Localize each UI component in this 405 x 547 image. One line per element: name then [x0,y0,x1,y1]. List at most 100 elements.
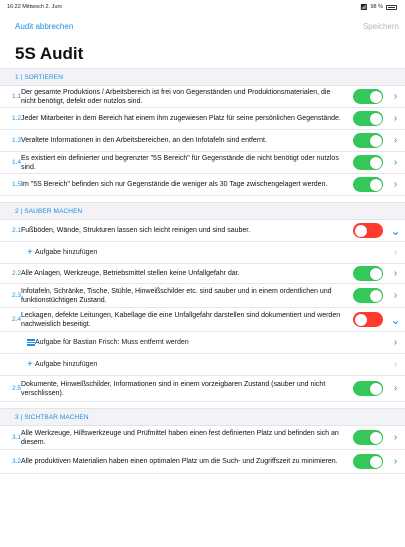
chevron-right-icon[interactable]: › [386,290,405,301]
pass-fail-toggle[interactable] [353,312,383,327]
toggle-knob [369,289,382,302]
wifi-icon: 📶︎ [359,4,368,11]
chevron-right-icon[interactable]: › [386,432,405,443]
checklist-item[interactable]: 1.3 Veraltete Informationen in den Arbeit… [0,130,405,152]
pass-fail-toggle[interactable] [353,454,383,469]
item-text: Fußböden, Wände, Strukturen lassen sich … [21,227,251,234]
add-task-row[interactable]: + Aufgabe hinzufügen › [0,242,405,264]
item-number: 3.2 [12,458,22,465]
toggle-container [350,312,386,327]
item-text: Dokumente, Hinweißschilder, Informatione… [21,380,326,397]
checklist-item[interactable]: 3.2 Alle produktiven Materialien haben ei… [0,450,405,474]
chevron-right-icon[interactable]: › [386,157,405,168]
page-title: 5S Audit [15,44,84,63]
battery-icon [386,4,397,10]
chevron-right-icon[interactable]: › [386,456,405,467]
pass-fail-toggle[interactable] [353,223,383,238]
toggle-container [350,266,386,281]
pass-fail-toggle[interactable] [353,430,383,445]
section-header: 3 | SICHTBAR MACHEN [0,408,405,426]
pass-fail-toggle[interactable] [353,133,383,148]
chevron-right-icon: › [393,247,398,258]
audit-list: 1 | SORTIEREN 1.1 Der gesamte Produktions … [0,68,405,474]
pass-fail-toggle[interactable] [353,89,383,104]
toggle-knob [369,267,382,280]
checklist-item[interactable]: 1.4 Es existiert ein definierter und begr… [0,152,405,174]
toggle-container [350,288,386,303]
toggle-container [350,430,386,445]
toggle-knob [354,224,367,237]
item-number: 3.1 [12,434,22,441]
checklist-item[interactable]: 2.3 Infotafeln, Schränke, Tische, Stühle,… [0,284,405,308]
checklist-item[interactable]: 2.5 Dokumente, Hinweißschilder, Informati… [0,376,405,402]
plus-icon: + [27,247,33,258]
chevron-right-icon[interactable]: › [386,91,405,102]
item-number: 1.1 [12,93,22,100]
chevron-right-icon[interactable]: › [386,383,405,394]
checklist-item[interactable]: 1.5 Im "5S Bereich" befinden sich nur Geg… [0,174,405,196]
item-number: 1.5 [12,181,22,188]
chevron-down-icon[interactable]: ⌄ [386,225,405,237]
item-number: 2.2 [12,270,22,277]
item-number: 2.4 [12,316,22,323]
chevron-down-icon[interactable]: ⌄ [386,314,405,326]
task-row[interactable]: Aufgabe für Bastian Frisch: Muss entfern… [0,332,405,354]
item-text: Veraltete Informationen in den Arbeitsbe… [21,137,267,144]
section-header: 1 | SORTIEREN [0,68,405,86]
pass-fail-toggle[interactable] [353,111,383,126]
toggle-knob [354,313,367,326]
checklist-item[interactable]: 1.1 Der gesamte Produktions / Arbeitsbere… [0,86,405,108]
nav-bar: Audit abbrechen Speichern [0,14,405,38]
chevron-right-icon[interactable]: › [386,113,405,124]
toggle-container [350,381,386,396]
item-text: Es existiert ein definierter und begrenz… [21,154,339,171]
pass-fail-toggle[interactable] [353,381,383,396]
checklist-item[interactable]: 2.2 Alle Anlagen, Werkzeuge, Betriebsmitt… [0,264,405,284]
chevron-right-icon: › [393,359,398,370]
item-text: Alle Anlagen, Werkzeuge, Betriebsmittel … [21,270,240,277]
battery-percent: 98 % [370,4,383,10]
item-text: Infotafeln, Schränke, Tische, Stühle, Hi… [21,287,332,304]
section-header: 2 | SAUBER MACHEN [0,202,405,220]
item-text: Alle produktiven Materialien haben einen… [21,458,338,465]
task-label: Aufgabe für Bastian Frisch: Muss entfern… [35,339,189,346]
pass-fail-toggle[interactable] [353,177,383,192]
toggle-knob [369,178,382,191]
checklist-item[interactable]: 3.1 Alle Werkzeuge, Hilfswerkzeuge und Pr… [0,426,405,450]
item-text: Jeder Mitarbeiter in dem Bereich hat ein… [21,115,341,122]
checklist-item[interactable]: 1.2 Jeder Mitarbeiter in dem Bereich hat … [0,108,405,130]
item-text: Alle Werkzeuge, Hilfswerkzeuge und Prüfm… [21,429,339,446]
cancel-audit-button[interactable]: Audit abbrechen [15,22,73,31]
item-number: 2.5 [12,385,22,392]
chevron-right-icon: › [393,337,398,348]
toggle-container [350,155,386,170]
save-button[interactable]: Speichern [363,22,399,31]
chevron-right-icon[interactable]: › [386,179,405,190]
checklist-item[interactable]: 2.1 Fußböden, Wände, Strukturen lassen si… [0,220,405,242]
item-text: Leckagen, defekte Leitungen, Kabellage d… [21,311,341,328]
status-bar: 16:22 Mittwoch 2. Juni 📶︎ 98 % [0,0,405,14]
item-text: Im "5S Bereich" befinden sich nur Gegens… [21,181,328,188]
pass-fail-toggle[interactable] [353,288,383,303]
toggle-knob [369,382,382,395]
toggle-container [350,223,386,238]
toggle-container [350,177,386,192]
item-number: 1.4 [12,159,22,166]
toggle-knob [369,134,382,147]
toggle-container [350,133,386,148]
toggle-knob [369,112,382,125]
plus-icon: + [27,359,33,370]
checklist-item[interactable]: 2.4 Leckagen, defekte Leitungen, Kabellag… [0,308,405,332]
toggle-knob [369,90,382,103]
item-text: Der gesamte Produktions / Arbeitsbereich… [21,88,331,105]
toggle-knob [369,156,382,169]
chevron-right-icon[interactable]: › [386,268,405,279]
item-number: 2.1 [12,227,22,234]
pass-fail-toggle[interactable] [353,155,383,170]
chevron-right-icon[interactable]: › [386,135,405,146]
pass-fail-toggle[interactable] [353,266,383,281]
add-task-label: Aufgabe hinzufügen [35,249,98,256]
task-list-icon [0,339,35,346]
add-task-row[interactable]: + Aufgabe hinzufügen › [0,354,405,376]
item-number: 2.3 [12,292,22,299]
